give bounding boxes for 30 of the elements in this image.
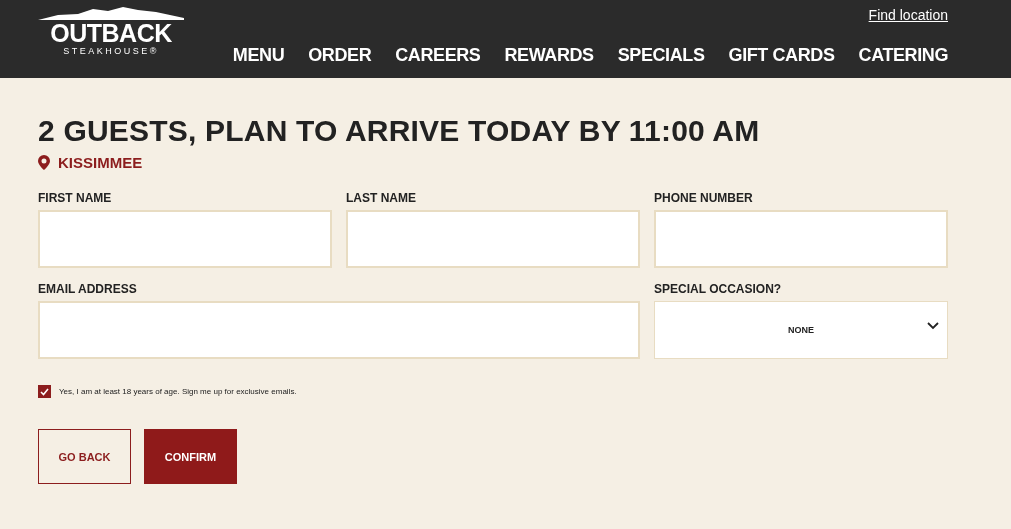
field-label: FIRST NAME <box>38 191 113 205</box>
field-label: SPECIAL OCCASION? <box>654 282 783 296</box>
nav-link[interactable]: ORDER <box>308 45 372 66</box>
select-dropdown[interactable]: NONE <box>654 301 948 359</box>
logo-wordmark: OUTBACK <box>50 20 172 46</box>
field-label: PHONE NUMBER <box>654 191 754 205</box>
confirm-button[interactable]: CONFIRM <box>144 429 237 484</box>
nav-link[interactable]: CATERING <box>858 45 948 66</box>
mountain-icon <box>38 6 184 20</box>
back-button[interactable]: GO BACK <box>38 429 131 484</box>
nav-link[interactable]: REWARDS <box>504 45 594 66</box>
nav-link[interactable]: MENU <box>232 45 285 66</box>
logo-tagline: STEAKHOUSE® <box>63 46 159 56</box>
input-field[interactable] <box>38 301 640 359</box>
chevron-down-icon <box>927 322 939 330</box>
find-location-link[interactable]: Find location <box>868 7 948 23</box>
nav-link[interactable]: CAREERS <box>395 45 481 66</box>
field-label: EMAIL ADDRESS <box>38 282 138 296</box>
location-pin-icon <box>38 155 50 170</box>
field-label: LAST NAME <box>346 191 417 205</box>
checkbox[interactable] <box>38 385 51 398</box>
location-name: KISSIMMEE <box>58 154 143 171</box>
input-field[interactable] <box>346 210 640 268</box>
select-value: NONE <box>788 325 814 335</box>
input-field[interactable] <box>654 210 948 268</box>
input-field[interactable] <box>38 210 332 268</box>
nav-link[interactable]: SPECIALS <box>617 45 705 66</box>
nav-link[interactable]: GIFT CARDS <box>728 45 835 66</box>
page-title: 2 GUESTS, PLAN TO ARRIVE TODAY BY 11:00 AM <box>38 114 761 148</box>
consent-label: Yes, I am at least 18 years of age. Sign me up for exclusive emails. <box>59 387 297 396</box>
